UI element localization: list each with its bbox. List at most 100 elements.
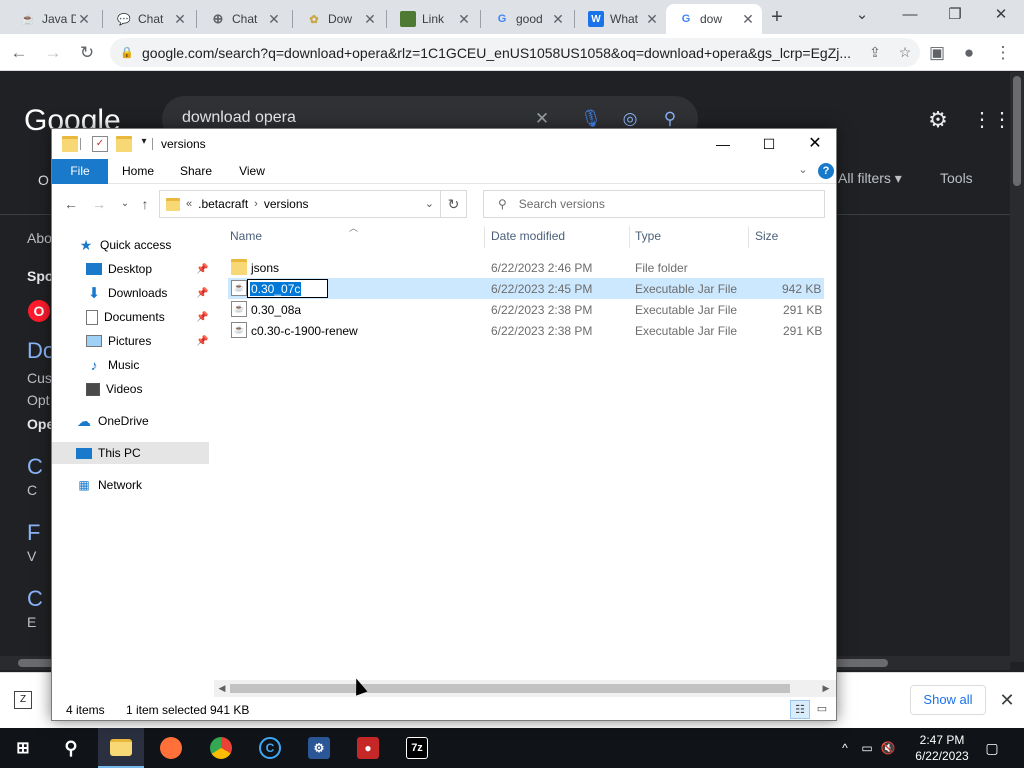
search-button[interactable]: ⚲ bbox=[48, 728, 94, 768]
customize-qa-icon[interactable]: ▾ bbox=[136, 136, 152, 152]
gear-icon[interactable]: ⚙ bbox=[926, 108, 950, 132]
clear-icon[interactable]: ✕ bbox=[531, 108, 553, 130]
start-button[interactable]: ⊞ bbox=[0, 728, 46, 768]
tab-chat-1[interactable]: 💬 Chat ✕ bbox=[104, 4, 194, 34]
app-taskbar[interactable]: ⚙ bbox=[296, 728, 342, 768]
nav-onedrive[interactable]: ☁ OneDrive bbox=[76, 410, 149, 432]
explorer-title-bar[interactable]: ✓ ▾ versions — ☐ ✕ bbox=[52, 129, 836, 159]
tab-chat-2[interactable]: ⊕ Chat ✕ bbox=[198, 4, 288, 34]
tab-java[interactable]: ☕ Java D ✕ bbox=[8, 4, 98, 34]
firefox-taskbar[interactable] bbox=[148, 728, 194, 768]
result-title-fragment[interactable]: C bbox=[27, 586, 43, 612]
result-title-fragment[interactable]: F bbox=[27, 520, 40, 546]
share-icon[interactable]: ⇪ bbox=[860, 44, 890, 61]
system-clock[interactable]: 2:47 PM 6/22/2023 bbox=[904, 732, 980, 764]
pin-icon[interactable]: 📌 bbox=[196, 264, 208, 275]
maximize-icon[interactable]: ☐ bbox=[746, 129, 792, 159]
expand-ribbon-icon[interactable]: ⌄ bbox=[796, 163, 810, 179]
close-icon[interactable]: ✕ bbox=[266, 11, 282, 28]
column-date-modified[interactable]: Date modified bbox=[491, 229, 565, 249]
details-view-icon[interactable]: ☷ bbox=[790, 700, 810, 719]
refresh-icon[interactable]: ↻ bbox=[441, 190, 467, 218]
zip-file-icon[interactable]: Z bbox=[14, 691, 32, 709]
volume-icon[interactable]: 🔇 bbox=[878, 728, 898, 768]
address-bar[interactable]: 🔒 google.com/search?q=download+opera&rlz… bbox=[110, 38, 920, 67]
breadcrumb-betacraft[interactable]: .betacraft bbox=[198, 197, 248, 211]
7zip-taskbar[interactable]: 7z bbox=[394, 728, 440, 768]
vertical-scrollbar[interactable] bbox=[1010, 72, 1024, 662]
profile-icon[interactable]: ● bbox=[956, 40, 982, 66]
side-panel-icon[interactable]: ▣ bbox=[924, 40, 950, 66]
nav-quick-access[interactable]: ★ Quick access bbox=[78, 234, 172, 256]
menu-icon[interactable]: ⋮ bbox=[990, 40, 1016, 66]
address-bar[interactable]: « .betacraft › versions ⌄ bbox=[159, 190, 441, 218]
nav-videos[interactable]: Videos bbox=[86, 378, 142, 400]
show-all-button[interactable]: Show all bbox=[910, 685, 986, 715]
nav-pictures[interactable]: Pictures 📌 bbox=[86, 330, 216, 352]
pin-icon[interactable]: 📌 bbox=[196, 312, 208, 323]
tab-home[interactable]: Home bbox=[118, 159, 158, 184]
minimize-icon[interactable]: — bbox=[700, 129, 746, 159]
column-name[interactable]: Name bbox=[230, 229, 262, 249]
tab-search-icon[interactable]: ⌄ bbox=[842, 4, 882, 26]
scroll-left-icon[interactable]: ◀ bbox=[215, 681, 229, 695]
close-icon[interactable]: ✕ bbox=[996, 687, 1018, 713]
help-icon[interactable]: ? bbox=[818, 163, 834, 179]
tab-what[interactable]: W What ✕ bbox=[576, 4, 666, 34]
nav-this-pc[interactable]: This PC bbox=[52, 442, 209, 464]
chevron-right-icon[interactable]: › bbox=[254, 198, 258, 210]
close-icon[interactable]: ✕ bbox=[172, 11, 188, 28]
pin-icon[interactable]: 📌 bbox=[196, 336, 208, 347]
new-tab-button[interactable]: + bbox=[766, 6, 788, 28]
restore-icon[interactable]: ❐ bbox=[935, 4, 975, 26]
close-icon[interactable]: ✕ bbox=[76, 11, 92, 28]
rename-input[interactable]: 0.30_07c bbox=[247, 279, 328, 298]
nav-network[interactable]: ▦ Network bbox=[76, 474, 142, 496]
tab-link[interactable]: Link ✕ bbox=[388, 4, 478, 34]
ccleaner-taskbar[interactable]: C bbox=[247, 728, 293, 768]
properties-icon[interactable]: ✓ bbox=[92, 136, 108, 152]
column-size[interactable]: Size bbox=[755, 229, 778, 249]
breadcrumb-overflow[interactable]: « bbox=[186, 198, 192, 210]
up-icon[interactable]: ↑ bbox=[134, 193, 156, 215]
search-input[interactable]: ⚲ Search versions bbox=[483, 190, 825, 218]
close-icon[interactable]: ✕ bbox=[456, 11, 472, 28]
result-title-fragment[interactable]: C bbox=[27, 454, 43, 480]
tab-file[interactable]: File bbox=[52, 159, 108, 184]
recorder-taskbar[interactable]: ● bbox=[345, 728, 391, 768]
tools-button[interactable]: Tools bbox=[940, 170, 973, 186]
back-icon[interactable]: ← bbox=[60, 193, 82, 215]
reload-icon[interactable]: ↻ bbox=[74, 40, 100, 66]
close-icon[interactable]: ✕ bbox=[550, 11, 566, 28]
lens-icon[interactable]: ◎ bbox=[619, 108, 641, 130]
new-folder-icon[interactable] bbox=[116, 136, 132, 152]
tab-share[interactable]: Share bbox=[176, 159, 216, 184]
close-icon[interactable]: ✕ bbox=[740, 11, 756, 28]
chrome-taskbar[interactable] bbox=[198, 728, 244, 768]
close-icon[interactable]: ✕ bbox=[362, 11, 378, 28]
star-icon[interactable]: ☆ bbox=[890, 44, 920, 61]
file-explorer-taskbar[interactable] bbox=[98, 728, 144, 768]
file-row[interactable]: ☕ 0.30_08a 6/22/2023 2:38 PM Executable … bbox=[228, 299, 824, 320]
nav-desktop[interactable]: Desktop 📌 bbox=[86, 258, 216, 280]
network-icon[interactable]: ▭ bbox=[858, 728, 876, 768]
chevron-down-icon[interactable]: ⌄ bbox=[425, 197, 434, 210]
tab-download[interactable]: ✿ Dow ✕ bbox=[294, 4, 384, 34]
search-icon[interactable]: ⚲ bbox=[659, 108, 681, 130]
notification-icon[interactable]: ▢ bbox=[980, 728, 1004, 768]
nav-downloads[interactable]: ⬇ Downloads 📌 bbox=[86, 282, 216, 304]
close-icon[interactable]: ✕ bbox=[644, 11, 660, 28]
tab-google-good[interactable]: G good ✕ bbox=[482, 4, 572, 34]
close-window-icon[interactable]: ✕ bbox=[981, 4, 1021, 26]
tab-google-active[interactable]: G dow ✕ bbox=[666, 4, 762, 34]
horizontal-scrollbar[interactable]: ◀ ▶ bbox=[214, 680, 836, 697]
file-row-jsons[interactable]: jsons 6/22/2023 2:46 PM File folder bbox=[228, 257, 824, 278]
nav-music[interactable]: ♪ Music bbox=[86, 354, 140, 376]
tab-view[interactable]: View bbox=[232, 159, 272, 184]
apps-grid-icon[interactable]: ⋮⋮ bbox=[972, 108, 1012, 132]
back-icon[interactable]: ← bbox=[6, 40, 32, 66]
large-icons-view-icon[interactable]: ▭ bbox=[812, 700, 832, 719]
filter-chip[interactable]: O bbox=[38, 172, 49, 188]
close-window-icon[interactable]: ✕ bbox=[792, 129, 838, 159]
all-filters-button[interactable]: All filters ▾ bbox=[838, 170, 902, 187]
